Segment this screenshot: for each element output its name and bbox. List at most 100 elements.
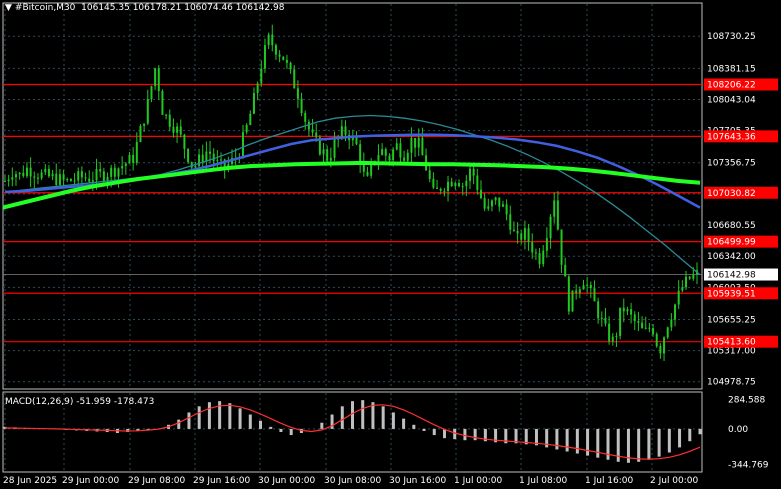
candle-body (384, 149, 387, 156)
candle-body (630, 309, 633, 315)
candle-body (267, 34, 270, 46)
candle-body (692, 274, 695, 279)
candle-body (300, 98, 303, 114)
candle-body (22, 172, 25, 177)
candle-body (187, 148, 190, 162)
candle-body (55, 173, 58, 185)
candle-body (447, 181, 450, 192)
candle-body (271, 34, 274, 46)
candle-body (633, 314, 636, 322)
candle-body (359, 144, 362, 163)
candle-body (322, 149, 325, 155)
current-price-label: 106142.98 (707, 271, 756, 281)
signal-value: -178.473 (113, 397, 155, 407)
time-tick-label: 30 Jun 00:00 (258, 476, 315, 486)
candle-body (560, 229, 563, 265)
candle-body (611, 336, 614, 342)
candle-body (381, 149, 384, 156)
candle-body (66, 179, 69, 181)
price-tick-label: 107356.75 (707, 159, 756, 169)
time-tick-label: 1 Jul 00:00 (454, 476, 503, 486)
candle-body (443, 190, 446, 192)
candle-body (245, 125, 248, 133)
level-price-label: 107030.82 (707, 189, 756, 199)
candle-body (263, 45, 266, 69)
ma-slow-line (2, 160, 701, 210)
candle-body (454, 183, 457, 187)
candle-body (575, 290, 578, 293)
candle-body (553, 200, 556, 217)
candle-body (520, 233, 523, 240)
candle-body (307, 121, 310, 130)
candle-body (168, 114, 171, 127)
price-tick-label: 108381.15 (707, 64, 756, 74)
candle-body (593, 288, 596, 302)
candle-body (110, 167, 113, 177)
high-value: 106178.21 (132, 3, 182, 13)
candle-body (458, 183, 461, 187)
level-price-label: 106499.99 (707, 238, 756, 248)
candle-body (201, 154, 204, 162)
candle-body (545, 238, 548, 251)
level-price-label: 108206.22 (707, 81, 756, 91)
candle-body (4, 180, 6, 182)
time-tick-label: 2 Jul 00:00 (650, 476, 699, 486)
candle-body (7, 179, 10, 181)
candle-body (377, 155, 380, 162)
candle-body (421, 137, 424, 156)
macd-tick-label: -344.769 (728, 460, 769, 470)
time-tick-label: 1 Jul 08:00 (519, 476, 568, 486)
candle-body (172, 126, 175, 133)
time-tick-label: 29 Jun 08:00 (128, 476, 185, 486)
level-price-label: 107643.36 (707, 132, 756, 142)
candle-body (99, 169, 102, 172)
candle-body (505, 204, 508, 215)
candle-body (212, 153, 215, 162)
candle-body (483, 198, 486, 209)
candle-body (88, 178, 91, 182)
candle-body (659, 346, 662, 354)
candle-body (531, 242, 534, 253)
time-tick-label: 30 Jun 08:00 (324, 476, 381, 486)
candle-body (641, 322, 644, 329)
candle-body (304, 113, 307, 122)
candle-body (25, 167, 28, 177)
candle-body (260, 68, 263, 84)
candle-body (216, 160, 219, 162)
candle-body (220, 159, 223, 161)
candle-body (534, 252, 537, 254)
candle-body (406, 152, 409, 161)
candle-body (655, 334, 658, 347)
candle-body (311, 129, 314, 133)
symbol-label: #Bitcoin,M30 (14, 3, 76, 13)
candle-body (58, 174, 61, 185)
candle-body (619, 307, 622, 336)
candle-body (604, 317, 607, 324)
candle-body (278, 54, 281, 57)
candle-body (556, 200, 559, 230)
candle-body (681, 287, 684, 291)
candle-body (395, 143, 398, 150)
time-axis: 28 Jun 2025 29 Jun 00:00 29 Jun 08:00 29 Ju… (3, 476, 699, 486)
time-tick-label: 30 Jun 16:00 (389, 476, 446, 486)
candle-body (252, 93, 255, 114)
candle-body (410, 137, 413, 153)
candle-body (132, 154, 135, 163)
candle-body (124, 163, 127, 166)
candle-body (135, 141, 138, 163)
candle-body (388, 155, 391, 161)
candle-body (128, 154, 131, 164)
candle-body (465, 180, 468, 187)
candle-body (644, 327, 647, 329)
open-value: 106145.35 (81, 3, 130, 13)
candle-body (249, 113, 252, 126)
candle-body (417, 137, 420, 148)
price-tick-label: 104978.75 (707, 378, 756, 388)
level-price-label: 105413.60 (707, 338, 756, 348)
candle-body (494, 197, 497, 201)
dropdown-triangle-icon[interactable]: ▼ (5, 3, 12, 13)
candle-body (685, 276, 688, 288)
candle-body (626, 309, 629, 312)
candle-body (77, 171, 80, 181)
price-chart[interactable]: 108730.25108381.15108043.04107705.351073… (0, 0, 781, 489)
